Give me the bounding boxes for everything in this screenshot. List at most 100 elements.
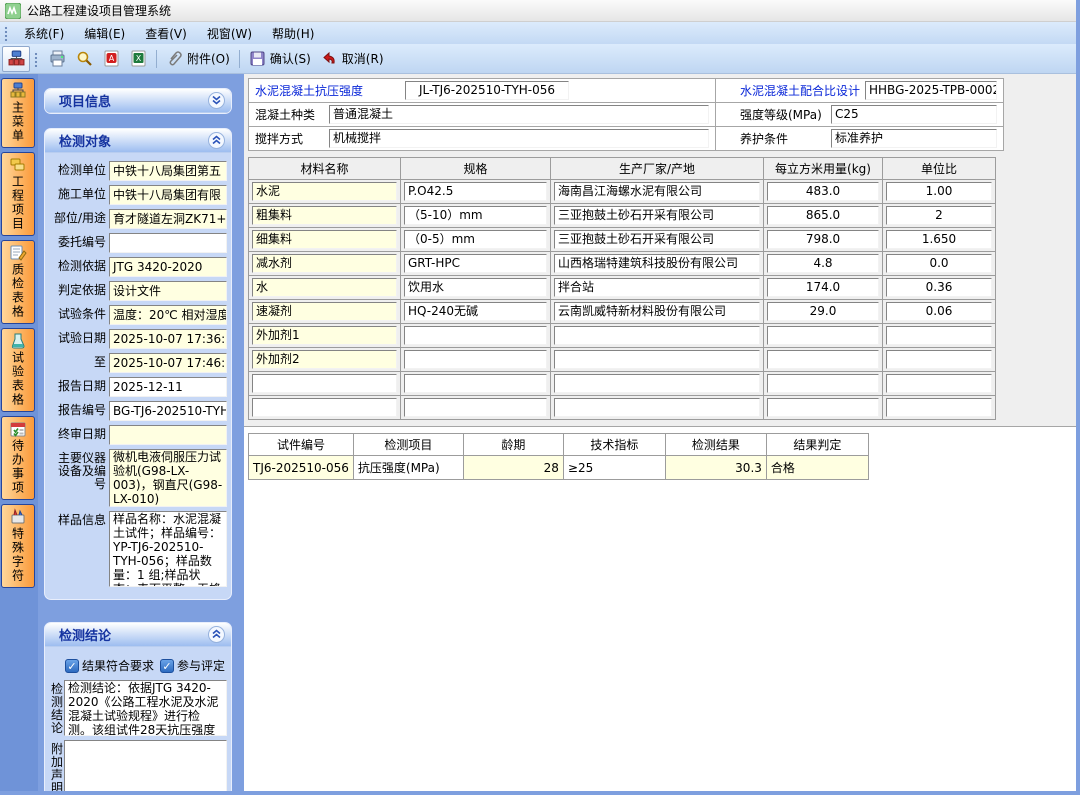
materials-input[interactable] <box>767 326 879 345</box>
materials-input[interactable]: 三亚抱鼓土砂石开采有限公司 <box>554 206 760 225</box>
menu-item-5[interactable]: 帮助(H) <box>262 22 324 45</box>
materials-input[interactable]: 798.0 <box>767 230 879 249</box>
materials-input[interactable]: 速凝剂 <box>252 302 397 321</box>
sidebar-tab-试验表格[interactable]: 试验表格 <box>1 328 35 412</box>
record-number-field[interactable]: JL-TJ6-202510-TYH-056 <box>405 81 569 100</box>
materials-input[interactable]: 1.650 <box>886 230 992 249</box>
materials-input[interactable]: 饮用水 <box>404 278 547 297</box>
sidebar-tab-特殊字符[interactable]: 特殊字符 <box>1 504 35 588</box>
materials-input[interactable]: （0-5）mm <box>404 230 547 249</box>
menu-item-2[interactable]: 编辑(E) <box>74 22 135 45</box>
result-cell[interactable]: 30.3 <box>665 456 766 480</box>
strength-grade-field[interactable]: C25 <box>831 105 997 124</box>
field-input[interactable]: 2025-10-07 17:46:3 <box>109 353 227 373</box>
menu-item-3[interactable]: 查看(V) <box>135 22 197 45</box>
statement-textarea[interactable] <box>64 740 227 791</box>
mix-design-link[interactable]: 水泥混凝土配合比设计 <box>740 82 860 99</box>
export-excel-button[interactable]: X <box>125 47 152 70</box>
materials-input[interactable]: 0.36 <box>886 278 992 297</box>
materials-input[interactable] <box>554 350 760 369</box>
materials-input[interactable]: 山西格瑞特建筑科技股份有限公司 <box>554 254 760 273</box>
sidebar-tab-主菜单[interactable]: 主菜单 <box>1 78 35 148</box>
materials-input[interactable]: 拌合站 <box>554 278 760 297</box>
attachment-button[interactable]: 附件(O) <box>161 47 235 70</box>
materials-input[interactable]: HQ-240无碱 <box>404 302 547 321</box>
materials-input[interactable]: 粗集料 <box>252 206 397 225</box>
result-cell[interactable]: TJ6-202510-056 <box>249 456 354 480</box>
field-input[interactable]: 设计文件 <box>109 281 227 301</box>
materials-input[interactable]: 水 <box>252 278 397 297</box>
field-input[interactable]: 微机电液伺服压力试验机(G98-LX-003)，钢直尺(G98-LX-010) <box>109 449 227 507</box>
checkbox-结果符合要求[interactable]: ✓结果符合要求 <box>65 657 154 674</box>
field-input[interactable]: 样品名称：水泥混凝土试件；样品编号：YP-TJ6-202510-TYH-056；… <box>109 511 227 587</box>
preview-button[interactable] <box>71 47 98 70</box>
materials-input[interactable] <box>554 398 760 417</box>
materials-input[interactable]: 865.0 <box>767 206 879 225</box>
materials-input[interactable] <box>404 374 547 393</box>
materials-input[interactable] <box>767 350 879 369</box>
materials-input[interactable]: 外加剂2 <box>252 350 397 369</box>
materials-input[interactable]: 0.0 <box>886 254 992 273</box>
materials-input[interactable] <box>404 350 547 369</box>
field-input[interactable]: 中铁十八局集团有限 <box>109 185 227 205</box>
materials-input[interactable]: 0.06 <box>886 302 992 321</box>
materials-input[interactable]: 483.0 <box>767 182 879 201</box>
menu-item-4[interactable]: 视窗(W) <box>197 22 262 45</box>
result-cell[interactable]: 合格 <box>766 456 868 480</box>
materials-input[interactable]: 1.00 <box>886 182 992 201</box>
field-input[interactable]: 温度：20℃ 相对湿度 <box>109 305 227 325</box>
materials-input[interactable] <box>886 326 992 345</box>
field-input[interactable]: 育才隧道左洞ZK71+7 <box>109 209 227 229</box>
materials-input[interactable]: 174.0 <box>767 278 879 297</box>
menu-item-1[interactable]: 系统(F) <box>14 22 74 45</box>
materials-input[interactable]: （5-10）mm <box>404 206 547 225</box>
materials-input[interactable] <box>404 326 547 345</box>
materials-input[interactable]: 水泥 <box>252 182 397 201</box>
field-input[interactable] <box>109 233 227 253</box>
export-pdf-button[interactable]: A <box>98 47 125 70</box>
curing-condition-field[interactable]: 标准养护 <box>831 129 997 148</box>
materials-input[interactable]: 细集料 <box>252 230 397 249</box>
materials-input[interactable] <box>554 326 760 345</box>
materials-input[interactable]: 三亚抱鼓土砂石开采有限公司 <box>554 230 760 249</box>
field-input[interactable]: 2025-10-07 17:36:3 <box>109 329 227 349</box>
field-input[interactable] <box>109 425 227 445</box>
result-cell[interactable]: 28 <box>463 456 563 480</box>
materials-input[interactable]: 2 <box>886 206 992 225</box>
group-project-info-header[interactable]: 项目信息 <box>45 89 231 113</box>
field-input[interactable]: JTG 3420-2020 <box>109 257 227 277</box>
materials-input[interactable] <box>886 374 992 393</box>
concrete-type-field[interactable]: 普通混凝土 <box>329 105 709 124</box>
materials-input[interactable]: 4.8 <box>767 254 879 273</box>
materials-input[interactable] <box>252 398 397 417</box>
conclusion-textarea[interactable]: 检测结论：依据JTG 3420-2020《公路工程水泥及水泥混凝土试验规程》进行… <box>64 680 227 736</box>
materials-input[interactable] <box>404 398 547 417</box>
materials-input[interactable]: GRT-HPC <box>404 254 547 273</box>
materials-input[interactable]: P.O42.5 <box>404 182 547 201</box>
expand-button[interactable] <box>208 92 225 109</box>
materials-input[interactable] <box>252 374 397 393</box>
materials-input[interactable]: 减水剂 <box>252 254 397 273</box>
cancel-button[interactable]: 取消(R) <box>316 47 389 70</box>
materials-input[interactable] <box>767 398 879 417</box>
materials-input[interactable] <box>886 398 992 417</box>
materials-input[interactable]: 29.0 <box>767 302 879 321</box>
result-cell[interactable]: ≥25 <box>563 456 665 480</box>
materials-input[interactable] <box>886 350 992 369</box>
result-cell[interactable]: 抗压强度(MPa) <box>353 456 463 480</box>
mixing-method-field[interactable]: 机械搅拌 <box>329 129 709 148</box>
materials-input[interactable] <box>554 374 760 393</box>
confirm-button[interactable]: 确认(S) <box>244 47 316 70</box>
print-button[interactable] <box>44 47 71 70</box>
field-input[interactable]: 中铁十八局集团第五 <box>109 161 227 181</box>
group-conclusion-header[interactable]: 检测结论 <box>45 623 231 647</box>
materials-input[interactable]: 云南凯威特新材料股份有限公司 <box>554 302 760 321</box>
field-input[interactable]: BG-TJ6-202510-TYH- <box>109 401 227 421</box>
collapse-button[interactable] <box>208 132 225 149</box>
home-button[interactable] <box>2 46 30 72</box>
materials-input[interactable] <box>767 374 879 393</box>
group-detection-object-header[interactable]: 检测对象 <box>45 129 231 153</box>
sidebar-tab-质检表格[interactable]: 质检表格 <box>1 240 35 324</box>
checkbox-参与评定[interactable]: ✓参与评定 <box>160 657 225 674</box>
sidebar-tab-工程项目[interactable]: 工程项目 <box>1 152 35 236</box>
